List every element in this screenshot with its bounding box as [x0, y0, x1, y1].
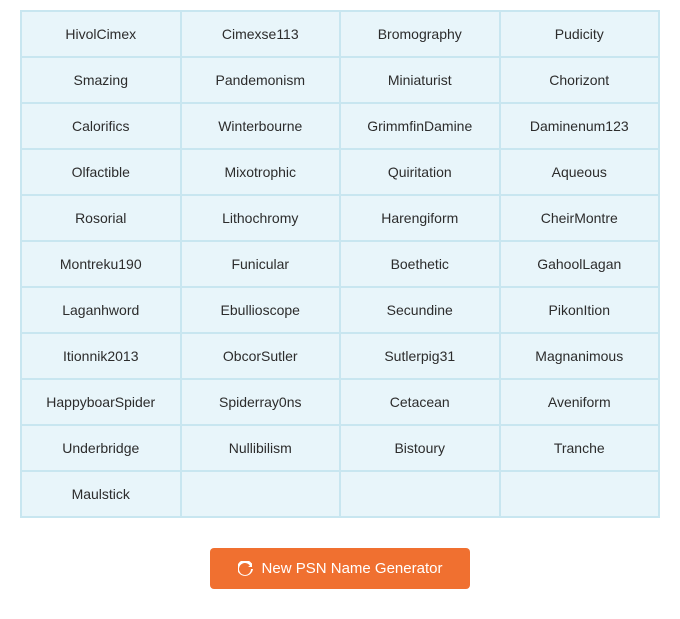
grid-cell: Underbridge	[21, 425, 181, 471]
grid-cell: Tranche	[500, 425, 660, 471]
generate-button-label: New PSN Name Generator	[262, 560, 443, 577]
grid-cell: Spiderray0ns	[181, 379, 341, 425]
button-container: New PSN Name Generator	[210, 548, 471, 589]
refresh-icon	[238, 561, 254, 577]
grid-cell: Itionnik2013	[21, 333, 181, 379]
grid-cell	[500, 471, 660, 517]
grid-cell: Bromography	[340, 11, 500, 57]
grid-cell: Daminenum123	[500, 103, 660, 149]
grid-cell: Aveniform	[500, 379, 660, 425]
grid-cell: Winterbourne	[181, 103, 341, 149]
grid-cell: Lithochromy	[181, 195, 341, 241]
grid-cell: Nullibilism	[181, 425, 341, 471]
grid-cell: PikonItion	[500, 287, 660, 333]
grid-cell: Pandemonism	[181, 57, 341, 103]
grid-cell: GahoolLagan	[500, 241, 660, 287]
grid-cell: ObcorSutler	[181, 333, 341, 379]
grid-cell: GrimmfinDamine	[340, 103, 500, 149]
grid-cell: Cetacean	[340, 379, 500, 425]
grid-cell: Calorifics	[21, 103, 181, 149]
grid-cell: Chorizont	[500, 57, 660, 103]
grid-cell: HivolCimex	[21, 11, 181, 57]
grid-cell: Montreku190	[21, 241, 181, 287]
grid-cell: Laganhword	[21, 287, 181, 333]
grid-cell: Ebullioscope	[181, 287, 341, 333]
grid-cell: Boethetic	[340, 241, 500, 287]
grid-cell: Rosorial	[21, 195, 181, 241]
grid-cell: Miniaturist	[340, 57, 500, 103]
grid-cell: Secundine	[340, 287, 500, 333]
grid-cell: Bistoury	[340, 425, 500, 471]
grid-cell	[181, 471, 341, 517]
grid-cell: HappyboarSpider	[21, 379, 181, 425]
grid-cell: Harengiform	[340, 195, 500, 241]
grid-cell: Sutlerpig31	[340, 333, 500, 379]
grid-cell: Cimexse113	[181, 11, 341, 57]
grid-cell: Olfactible	[21, 149, 181, 195]
grid-cell: CheirMontre	[500, 195, 660, 241]
names-grid: HivolCimexCimexse113BromographyPudicity S…	[20, 10, 660, 518]
generate-button[interactable]: New PSN Name Generator	[210, 548, 471, 589]
grid-cell: Pudicity	[500, 11, 660, 57]
grid-cell: Aqueous	[500, 149, 660, 195]
grid-cell: Magnanimous	[500, 333, 660, 379]
grid-cell: Smazing	[21, 57, 181, 103]
grid-cell	[340, 471, 500, 517]
grid-cell: Quiritation	[340, 149, 500, 195]
grid-cell: Maulstick	[21, 471, 181, 517]
grid-cell: Mixotrophic	[181, 149, 341, 195]
grid-cell: Funicular	[181, 241, 341, 287]
